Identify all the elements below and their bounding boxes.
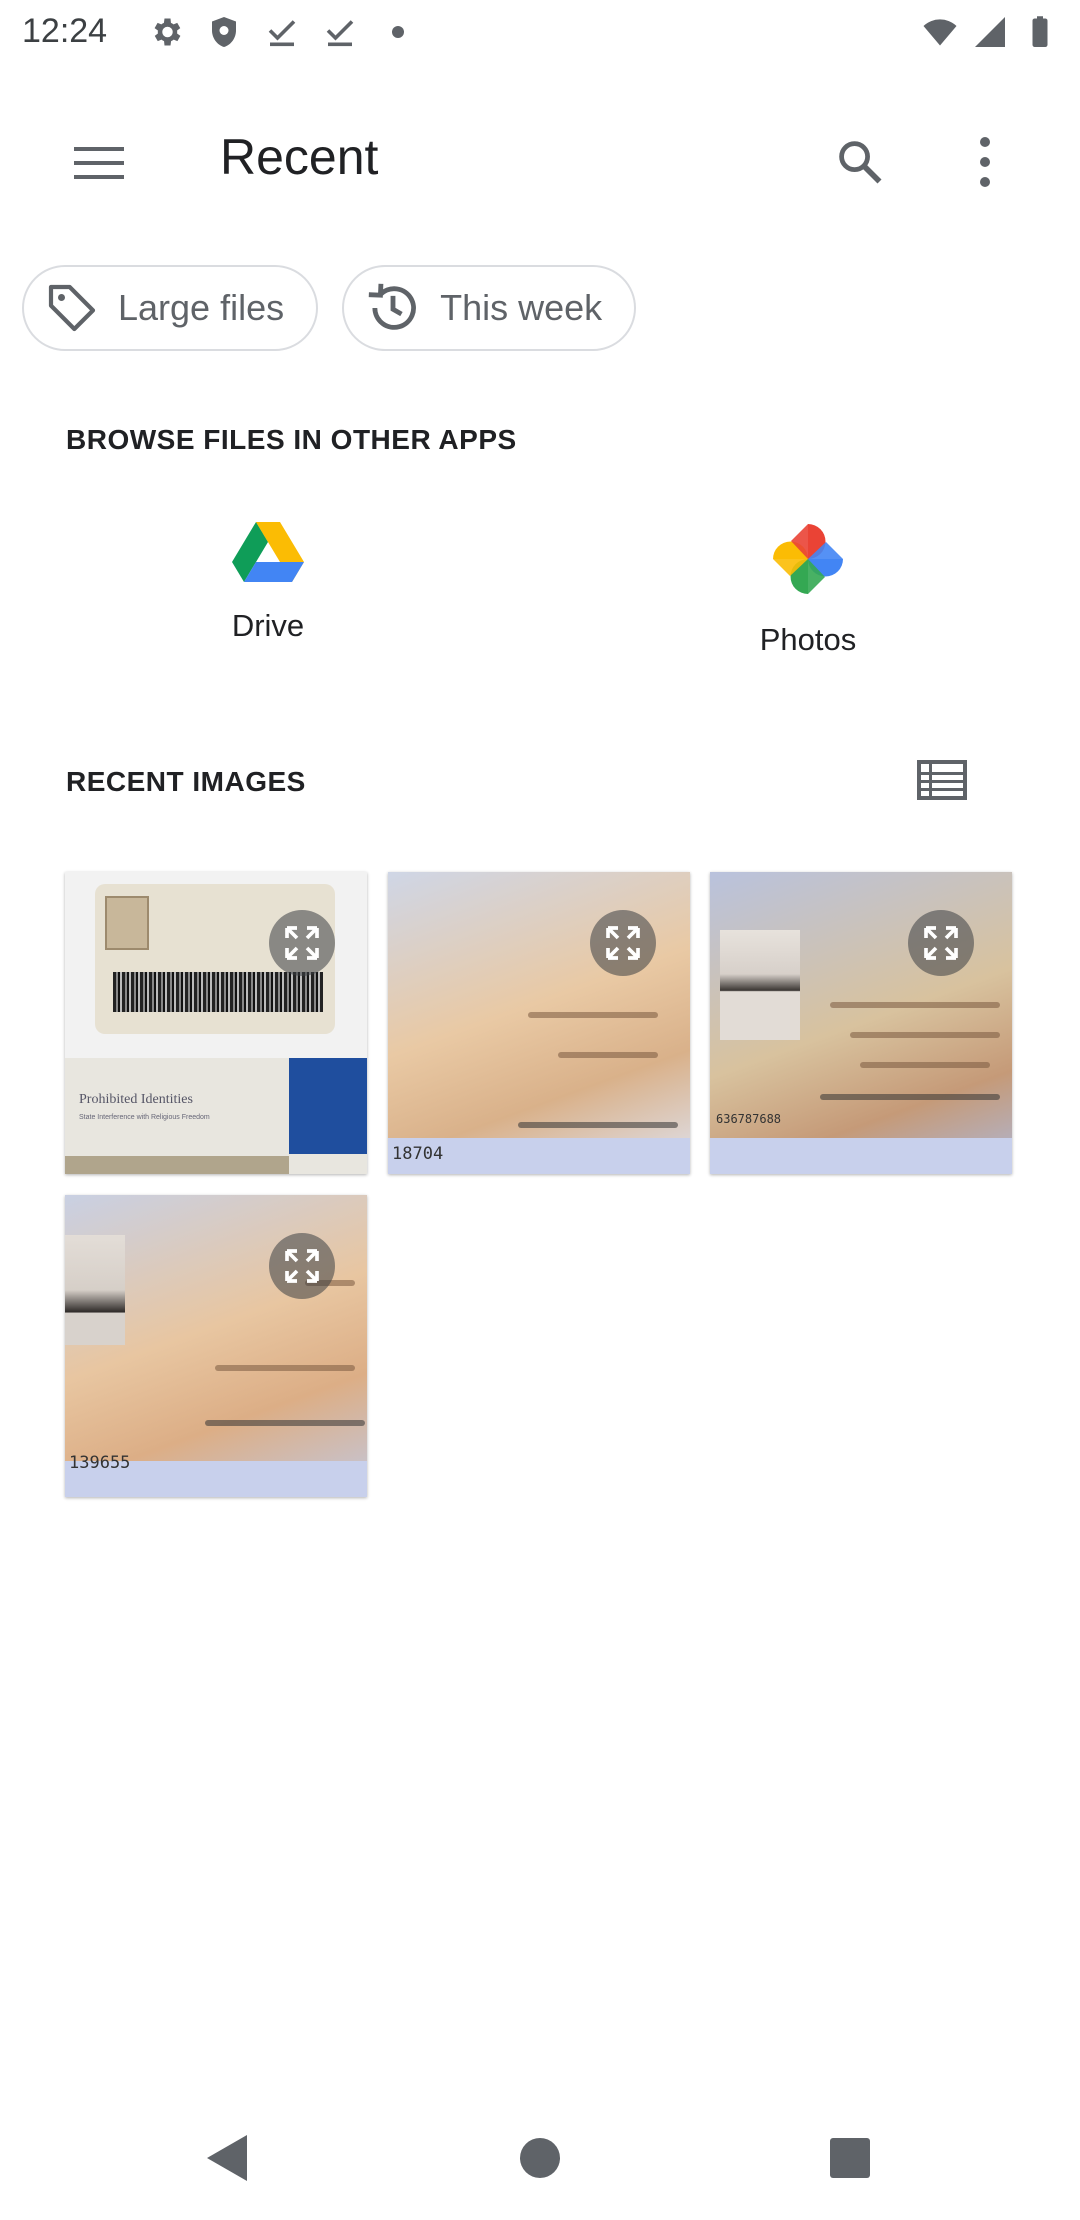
id-text-line <box>820 1094 1000 1100</box>
back-triangle-icon <box>207 2135 247 2181</box>
list-view-icon <box>917 760 967 800</box>
id-text-line <box>215 1365 355 1371</box>
id-text-line <box>850 1032 1000 1038</box>
report-subtitle: State Interference with Religious Freedo… <box>79 1114 210 1121</box>
hrw-logo-block <box>289 1058 367 1154</box>
battery-icon <box>1032 16 1048 47</box>
image-thumbnail[interactable]: 18704 <box>388 872 690 1174</box>
expand-preview-button[interactable] <box>590 910 656 976</box>
id-text-line <box>518 1122 678 1128</box>
more-options-button[interactable] <box>950 122 1020 202</box>
top-app-bar: Recent <box>0 90 1080 220</box>
chip-label: Large files <box>118 287 285 328</box>
fullscreen-icon <box>924 926 958 960</box>
browse-section-title: BROWSE FILES IN OTHER APPS <box>66 424 517 455</box>
image-thumbnail[interactable]: 139655 <box>65 1195 367 1497</box>
navigation-drawer-button[interactable] <box>64 128 134 198</box>
list-view-toggle-button[interactable] <box>912 750 972 810</box>
recents-button[interactable] <box>810 2118 890 2198</box>
id-text-line <box>830 1002 1000 1008</box>
recent-images-title: RECENT IMAGES <box>66 766 306 797</box>
app-tile-label: Photos <box>759 622 857 657</box>
chip-large-files[interactable]: Large files <box>22 265 319 351</box>
id-portrait <box>720 930 800 1040</box>
page-title: Recent <box>220 129 379 185</box>
download-done-icon <box>268 20 296 47</box>
report-strip <box>65 1156 289 1174</box>
signal-icon <box>975 17 1005 47</box>
id-number-fragment: 636787688 <box>716 1112 782 1126</box>
more-vertical-icon <box>980 137 990 187</box>
image-thumbnail[interactable]: Prohibited Identities State Interference… <box>65 872 367 1174</box>
recents-square-icon <box>830 2138 870 2178</box>
id-text-line <box>860 1062 990 1068</box>
app-tile-label: Drive <box>231 608 305 643</box>
image-thumbnail[interactable]: 636787688 <box>710 872 1012 1174</box>
id-text-line <box>528 1012 658 1018</box>
app-tile-photos[interactable]: Photos <box>658 520 958 658</box>
app-tile-drive[interactable]: Drive <box>118 520 418 644</box>
home-button[interactable] <box>500 2118 580 2198</box>
status-system-icons <box>922 14 1058 50</box>
expand-preview-button[interactable] <box>908 910 974 976</box>
status-bar: 12:24 <box>0 0 1080 66</box>
settings-icon <box>154 18 181 46</box>
download-done-icon <box>326 20 354 47</box>
status-notification-icons <box>148 14 416 50</box>
history-icon <box>368 283 417 330</box>
system-navigation-bar <box>0 2100 1080 2220</box>
report-title: Prohibited Identities <box>79 1092 193 1107</box>
dot-icon <box>392 26 404 38</box>
expand-preview-button[interactable] <box>269 910 335 976</box>
filter-chips: Large files This week <box>22 265 637 351</box>
fullscreen-icon <box>285 926 319 960</box>
search-button[interactable] <box>820 122 900 202</box>
search-icon <box>839 141 882 184</box>
id-card-photo <box>105 896 149 950</box>
wifi-icon <box>923 19 957 46</box>
hamburger-menu-icon <box>74 147 124 179</box>
google-drive-icon <box>232 522 304 582</box>
back-button[interactable] <box>186 2118 266 2198</box>
id-number-fragment: 139655 <box>69 1453 131 1473</box>
expand-preview-button[interactable] <box>269 1233 335 1299</box>
id-number-fragment: 18704 <box>392 1144 444 1164</box>
status-time: 12:24 <box>22 12 108 50</box>
chip-label: This week <box>440 287 603 328</box>
barcode-graphic <box>113 972 323 1012</box>
home-circle-icon <box>520 2138 560 2178</box>
fullscreen-icon <box>606 926 640 960</box>
id-text-line <box>205 1420 365 1426</box>
shield-icon <box>212 17 236 47</box>
id-card-band <box>710 1138 1012 1174</box>
id-text-line <box>558 1052 658 1058</box>
chip-this-week[interactable]: This week <box>342 265 637 351</box>
fullscreen-icon <box>285 1249 319 1283</box>
id-portrait <box>65 1235 125 1345</box>
google-photos-icon <box>773 524 843 594</box>
label-tag-icon <box>48 284 96 332</box>
